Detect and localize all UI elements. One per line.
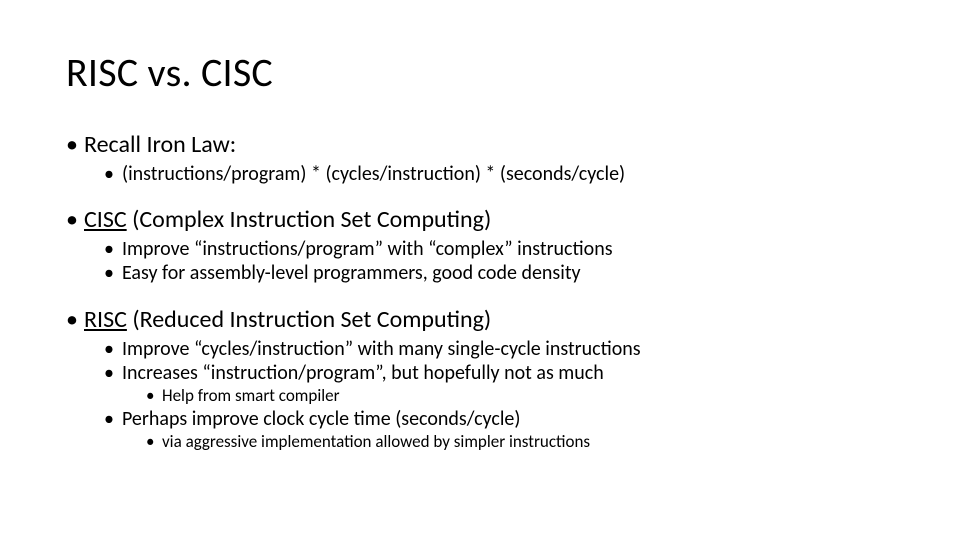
subsub-list: via aggressive implementation allowed by… [122,431,894,452]
bullet-text: CISC (Complex Instruction Set Computing) [84,205,491,234]
sub-list: Improve “cycles/instruction” with many s… [84,337,894,453]
sub-list: Improve “instructions/program” with “com… [84,237,894,286]
subsub-bullet: Help from smart compiler [146,385,894,406]
slide: RISC vs. CISC Recall Iron Law: (instruct… [0,0,960,540]
bullet-cisc: CISC (Complex Instruction Set Computing)… [66,206,894,286]
sub-bullet-text: Increases “instruction/program”, but hop… [122,361,604,385]
sub-bullet: Improve “cycles/instruction” with many s… [104,337,894,361]
bullet-rest: (Complex Instruction Set Computing) [127,205,492,234]
bullet-iron-law: Recall Iron Law: (instructions/program) … [66,131,894,186]
underlined-term: CISC [84,205,127,234]
slide-title: RISC vs. CISC [66,48,894,97]
subsub-bullet: via aggressive implementation allowed by… [146,431,894,452]
sub-bullet: (instructions/program) * (cycles/instruc… [104,162,894,186]
sub-bullet: Easy for assembly-level programmers, goo… [104,261,894,285]
bullet-list: Recall Iron Law: (instructions/program) … [66,131,894,452]
bullet-text: Recall Iron Law: [84,130,236,159]
sub-bullet: Improve “instructions/program” with “com… [104,237,894,261]
bullet-text: RISC (Reduced Instruction Set Computing) [84,305,491,334]
sub-bullet-text: Perhaps improve clock cycle time (second… [122,407,520,431]
sub-bullet: Increases “instruction/program”, but hop… [104,361,894,407]
sub-bullet: Perhaps improve clock cycle time (second… [104,407,894,453]
underlined-term: RISC [84,305,127,334]
bullet-rest: (Reduced Instruction Set Computing) [127,305,491,334]
sub-list: (instructions/program) * (cycles/instruc… [84,162,894,186]
bullet-risc: RISC (Reduced Instruction Set Computing)… [66,306,894,452]
subsub-list: Help from smart compiler [122,385,894,406]
